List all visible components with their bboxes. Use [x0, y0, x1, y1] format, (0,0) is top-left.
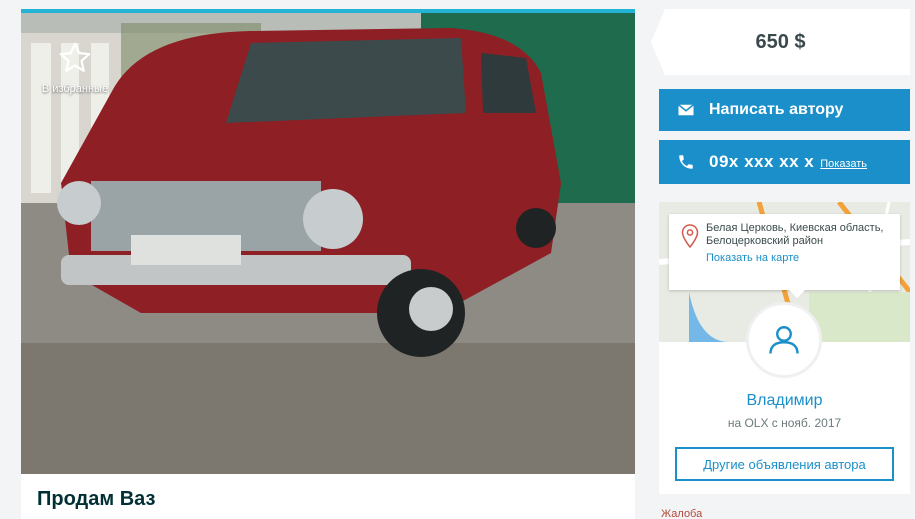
location-box: Белая Церковь, Киевская область, Белоцер… [669, 214, 900, 298]
map-pin-icon [681, 224, 699, 248]
favorites-label: В избранные [41, 83, 109, 95]
seller-card: Белая Церковь, Киевская область, Белоцер… [659, 202, 910, 494]
show-on-map-link[interactable]: Показать на карте [706, 252, 799, 264]
photo-gallery[interactable]: В избранные [21, 9, 635, 474]
star-icon [59, 42, 91, 72]
location-address: Белая Церковь, Киевская область, Белоцер… [706, 222, 884, 247]
ad-title: Продам Ваз [37, 488, 156, 510]
phone-icon [679, 155, 693, 169]
price-tag: 650 $ [651, 9, 910, 75]
show-phone-link[interactable]: Показать [820, 158, 867, 170]
envelope-icon [678, 104, 694, 116]
ad-title-card: Продам Ваз [21, 474, 635, 519]
write-author-label: Написать автору [709, 101, 844, 118]
other-ads-button[interactable]: Другие объявления автора [675, 447, 894, 481]
complaint-link[interactable]: Жалоба [661, 508, 702, 519]
seller-name[interactable]: Владимир [659, 392, 910, 410]
phone-button[interactable]: 09x xxx xx x Показать [659, 140, 910, 184]
price-value: 650 $ [755, 30, 806, 53]
seller-since: на OLX с нояб. 2017 [727, 416, 842, 430]
avatar[interactable] [746, 302, 822, 378]
write-author-button[interactable]: Написать автору [659, 89, 910, 131]
add-to-favorites[interactable]: В избранные [35, 41, 115, 95]
phone-number: 09x xxx xx x [709, 152, 815, 171]
user-icon [769, 326, 799, 354]
